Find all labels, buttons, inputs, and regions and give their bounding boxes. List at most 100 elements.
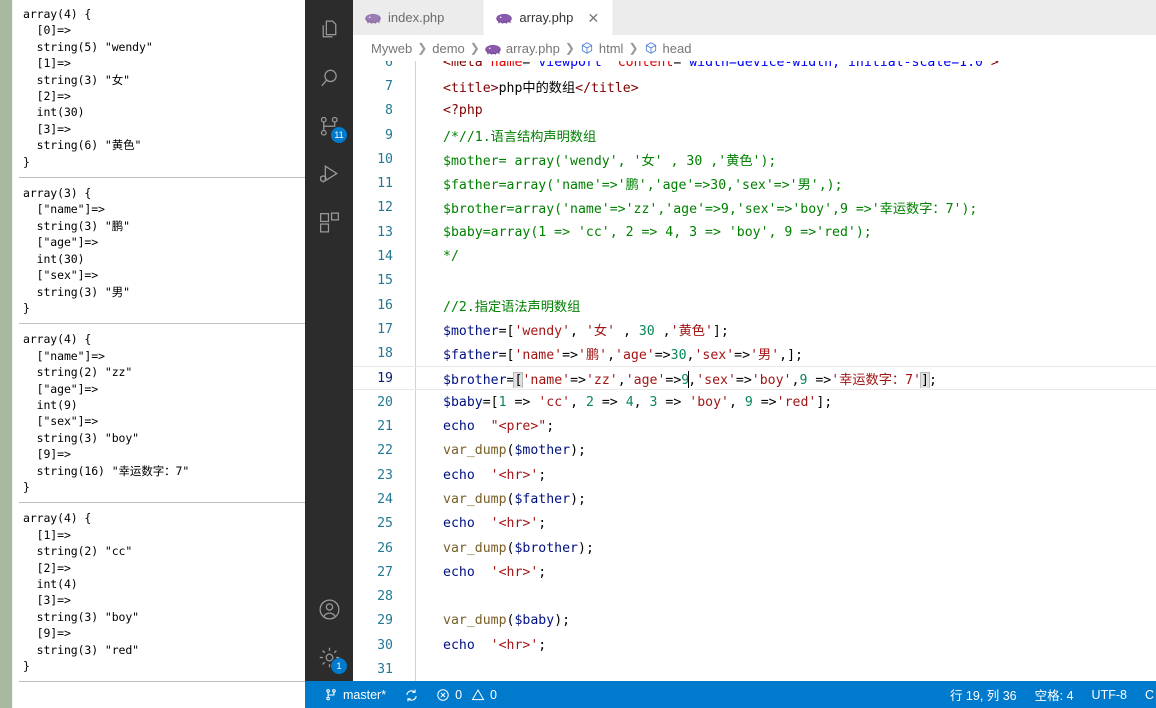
status-sync[interactable] [395, 681, 427, 708]
sidebar-item-run-debug[interactable] [305, 150, 353, 198]
code-line-16[interactable]: 16 //2.指定语法声明数组 [353, 292, 1156, 318]
warning-icon [471, 688, 485, 702]
line-number: 22 [377, 443, 393, 459]
indent-guide [415, 463, 416, 488]
code-line-21[interactable]: 21 echo "<pre>"; [353, 414, 1156, 439]
code-line-6[interactable]: 6 <meta name="viewport" content="width=d… [353, 61, 1156, 75]
code-line-24[interactable]: 24 var_dump($father); [353, 487, 1156, 512]
code-line-15[interactable]: 15 [353, 268, 1156, 293]
code-line-11[interactable]: 11 $father=array('name'=>'鹏','age'=>30,'… [353, 171, 1156, 196]
line-number: 7 [385, 78, 393, 94]
line-number: 20 [377, 394, 393, 410]
code-line-30[interactable]: 30 echo '<hr>'; [353, 633, 1156, 658]
source-control-badge: 11 [331, 127, 347, 143]
line-number: 19 [377, 370, 393, 386]
chevron-right-icon: ❯ [417, 41, 428, 55]
run-debug-icon [317, 162, 342, 187]
indent-guide [415, 487, 416, 512]
sidebar-item-extensions[interactable] [305, 198, 353, 246]
manage-settings-button[interactable]: 1 [305, 633, 353, 681]
line-text: <meta name="viewport" content="width=dev… [443, 61, 999, 70]
line-text: $father=array('name'=>'鹏','age'=>30,'sex… [443, 178, 843, 194]
line-text: echo '<hr>'; [443, 637, 547, 653]
line-text: /*//1.语言结构声明数组 [443, 129, 597, 145]
indent-guide [415, 535, 416, 561]
line-number: 23 [377, 467, 393, 483]
code-line-29[interactable]: 29 var_dump($baby); [353, 608, 1156, 634]
indent-guide [415, 608, 416, 634]
vscode-main: 11 1 index.php array.php ✕ Myweb ❯ demo … [305, 0, 1156, 681]
code-line-25[interactable]: 25 echo '<hr>'; [353, 511, 1156, 536]
symbol-cube-icon [580, 41, 594, 55]
code-editor[interactable]: 6 <meta name="viewport" content="width=d… [353, 61, 1156, 681]
code-line-8[interactable]: 8 <?php [353, 98, 1156, 123]
tab-label: array.php [519, 10, 574, 25]
status-cursor-position[interactable]: 行 19, 列 36 [941, 681, 1026, 708]
code-line-19[interactable]: 19 $brother=['name'=>'zz','age'=>9,'sex'… [353, 365, 1156, 391]
line-number: 31 [377, 662, 393, 678]
code-line-22[interactable]: 22 var_dump($mother); [353, 438, 1156, 464]
line-text: var_dump($mother); [443, 443, 586, 459]
code-line-10[interactable]: 10 $mother= array('wendy', '女' , 30 ,'黄色… [353, 147, 1156, 172]
source-control-branch-icon [324, 688, 338, 702]
status-eol[interactable]: C [1136, 681, 1156, 708]
indent-guide [415, 268, 416, 293]
line-number: 10 [377, 151, 393, 167]
hr-divider [19, 681, 305, 683]
sidebar-item-source-control[interactable]: 11 [305, 102, 353, 150]
line-number: 16 [377, 297, 393, 313]
breadcrumb-item-array-php[interactable]: array.php [506, 41, 560, 56]
line-number: 26 [377, 540, 393, 556]
breadcrumb-item-demo[interactable]: demo [432, 41, 465, 56]
line-number: 30 [377, 637, 393, 653]
line-number: 14 [377, 249, 393, 265]
code-line-9[interactable]: 9 /*//1.语言结构声明数组 [353, 122, 1156, 148]
tab-index-php[interactable]: index.php ✕ [353, 0, 485, 35]
code-line-13[interactable]: 13 $baby=array(1 => 'cc', 2 => 4, 3 => '… [353, 220, 1156, 245]
account-button[interactable] [305, 585, 353, 633]
code-line-12[interactable]: 12 $brother=array('name'=>'zz','age'=>9,… [353, 195, 1156, 221]
code-line-26[interactable]: 26 var_dump($brother); [353, 535, 1156, 561]
indent-guide [415, 414, 416, 439]
breadcrumb-item-html[interactable]: html [599, 41, 624, 56]
account-icon [317, 597, 342, 622]
code-line-14[interactable]: 14 */ [353, 244, 1156, 269]
code-line-27[interactable]: 27 echo '<hr>'; [353, 560, 1156, 585]
line-text: //2.指定语法声明数组 [443, 299, 581, 315]
line-text: echo "<pre>"; [443, 419, 555, 435]
tab-close-icon[interactable]: ✕ [586, 11, 600, 25]
line-number: 12 [377, 200, 393, 216]
screen: array(4) { [0]=> string(5) "wendy" [1]=>… [0, 0, 1156, 708]
code-line-28[interactable]: 28 [353, 584, 1156, 609]
status-encoding[interactable]: UTF-8 [1083, 681, 1136, 708]
line-number: 29 [377, 613, 393, 629]
hr-divider [19, 502, 305, 504]
files-icon [317, 18, 342, 43]
line-text: $brother=array('name'=>'zz','age'=>9,'se… [443, 202, 978, 218]
line-text: $baby=[1 => 'cc', 2 => 4, 3 => 'boy', 9 … [443, 394, 833, 410]
var-dump-block: array(4) { ["name"]=> string(2) "zz" ["a… [23, 332, 190, 494]
line-number: 24 [377, 491, 393, 507]
code-line-31[interactable]: 31 [353, 657, 1156, 681]
line-text: var_dump($brother); [443, 540, 594, 556]
status-branch[interactable]: master* [315, 681, 395, 708]
indent-guide [415, 195, 416, 221]
code-line-17[interactable]: 17 $mother=['wendy', '女' , 30 ,'黄色']; [353, 317, 1156, 342]
line-text: echo '<hr>'; [443, 516, 547, 532]
chevron-right-icon: ❯ [469, 41, 480, 55]
code-line-18[interactable]: 18 $father=['name'=>'鹏','age'=>30,'sex'=… [353, 341, 1156, 366]
breadcrumb-item-head[interactable]: head [663, 41, 692, 56]
breadcrumb-item-myweb[interactable]: Myweb [371, 41, 412, 56]
browser-output-body[interactable]: array(4) { [0]=> string(5) "wendy" [1]=>… [12, 0, 305, 708]
tab-array-php[interactable]: array.php ✕ [484, 0, 614, 35]
code-line-20[interactable]: 20 $baby=[1 => 'cc', 2 => 4, 3 => 'boy',… [353, 390, 1156, 415]
status-problems[interactable]: 0 0 [427, 681, 506, 708]
line-text: $baby=array(1 => 'cc', 2 => 4, 3 => 'boy… [443, 224, 872, 240]
status-indentation[interactable]: 空格: 4 [1026, 681, 1083, 708]
sidebar-item-explorer[interactable] [305, 6, 353, 54]
sidebar-item-search[interactable] [305, 54, 353, 102]
code-line-23[interactable]: 23 echo '<hr>'; [353, 463, 1156, 488]
code-line-7[interactable]: 7 <title>php中的数组</title> [353, 74, 1156, 99]
browser-output-pane: array(4) { [0]=> string(5) "wendy" [1]=>… [0, 0, 305, 708]
line-text: echo '<hr>'; [443, 564, 547, 580]
